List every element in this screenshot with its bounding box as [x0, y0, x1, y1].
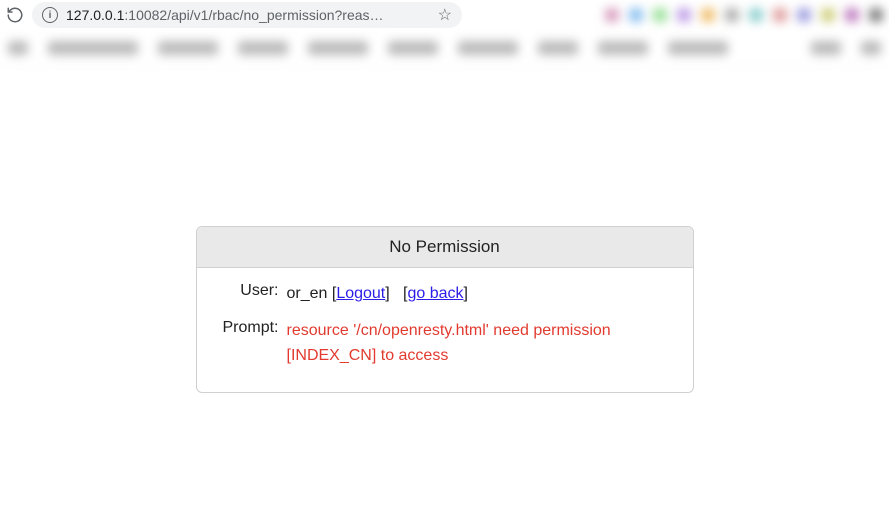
- address-bar[interactable]: i 127.0.0.1:10082/api/v1/rbac/no_permiss…: [32, 2, 462, 28]
- go-back-link[interactable]: go back: [407, 285, 463, 302]
- no-permission-panel: No Permission User: or_en [Logout] [go b…: [196, 226, 694, 393]
- prompt-label: Prompt:: [215, 319, 287, 337]
- browser-toolbar: i 127.0.0.1:10082/api/v1/rbac/no_permiss…: [0, 0, 889, 30]
- logout-link[interactable]: Logout: [336, 285, 385, 302]
- bookmark-star-icon[interactable]: ☆: [438, 5, 452, 25]
- username: or_en: [287, 285, 328, 302]
- prompt-message: resource '/cn/openresty.html' need permi…: [287, 319, 675, 369]
- panel-title: No Permission: [197, 227, 693, 268]
- page-content: No Permission User: or_en [Logout] [go b…: [0, 66, 889, 393]
- user-value-cell: or_en [Logout] [go back]: [287, 282, 675, 307]
- user-label: User:: [215, 282, 287, 300]
- url-rest: :10082/api/v1/rbac/no_permission?reas…: [124, 7, 383, 23]
- url-text: 127.0.0.1:10082/api/v1/rbac/no_permissio…: [66, 7, 430, 23]
- panel-body: User: or_en [Logout] [go back] Prompt: r…: [197, 268, 693, 392]
- url-host: 127.0.0.1: [66, 7, 124, 23]
- reload-icon[interactable]: [6, 6, 24, 24]
- extension-icons-blurred: [470, 8, 883, 22]
- site-info-icon[interactable]: i: [42, 7, 58, 23]
- prompt-row: Prompt: resource '/cn/openresty.html' ne…: [215, 319, 675, 369]
- bookmark-bar-blurred: [0, 30, 889, 66]
- user-row: User: or_en [Logout] [go back]: [215, 282, 675, 307]
